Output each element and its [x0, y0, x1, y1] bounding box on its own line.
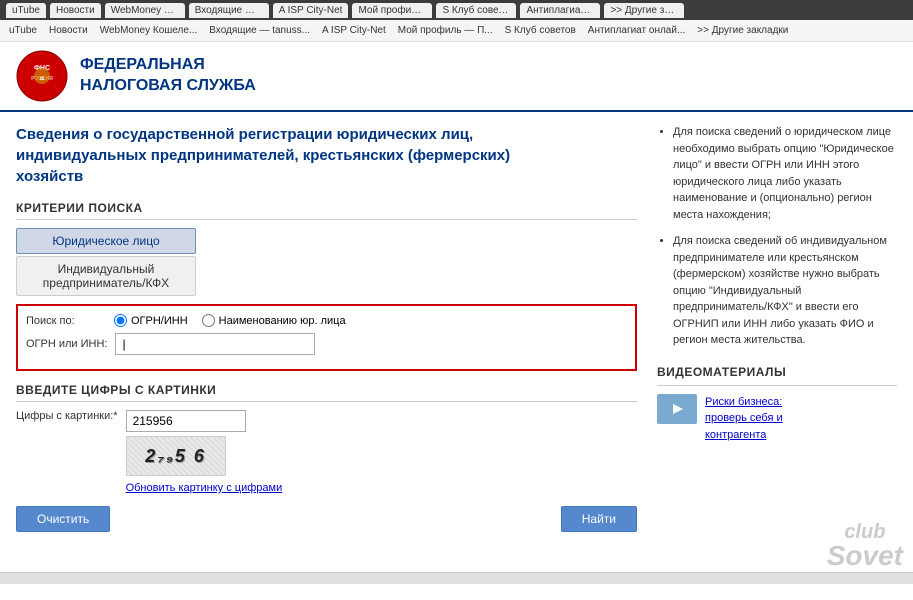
radio-ogrn-option[interactable]: ОГРН/ИНН	[114, 314, 188, 327]
search-by-row: Поиск по: ОГРН/ИНН Наименованию юр. лица	[26, 314, 627, 327]
browser-tab-3[interactable]: WebMoney Кошеле...	[105, 3, 185, 18]
video-thumbnail	[657, 394, 697, 424]
bookmark-6[interactable]: Мой профиль — П...	[393, 23, 498, 38]
search-radio-group: ОГРН/ИНН Наименованию юр. лица	[114, 314, 346, 327]
bookmark-5[interactable]: A ISP City-Net	[317, 23, 391, 38]
info-item-2: Для поиска сведений об индивидуальном пр…	[673, 233, 897, 349]
browser-tab-7[interactable]: S Клуб советов	[436, 3, 516, 18]
captcha-input-area: 2₇₉5 6 Обновить картинку с цифрами	[126, 410, 283, 494]
captcha-section: ВВЕДИТЕ ЦИФРЫ С КАРТИНКИ Цифры с картинк…	[16, 383, 637, 494]
right-panel: Для поиска сведений о юридическом лице н…	[657, 124, 897, 532]
bookmark-7[interactable]: S Клуб советов	[500, 23, 581, 38]
captcha-label: Цифры с картинки:*	[16, 410, 118, 422]
radio-name-option[interactable]: Наименованию юр. лица	[202, 314, 346, 327]
left-panel: Сведения о государственной регистрации ю…	[16, 124, 637, 532]
bookmark-more[interactable]: >> Другие закладки	[692, 23, 793, 38]
bookmark-4[interactable]: Входящие — tanuss...	[204, 23, 315, 38]
page-wrapper: ФНС РОССИЯ ⚖ ФЕДЕРАЛЬНАЯ НАЛОГОВАЯ СЛУЖБ…	[0, 42, 913, 572]
ogrn-input[interactable]	[115, 333, 315, 355]
ogrn-row: ОГРН или ИНН:	[26, 333, 627, 355]
captcha-input[interactable]	[126, 410, 246, 432]
browser-tab-6[interactable]: Мой профиль — П...	[352, 3, 432, 18]
info-list: Для поиска сведений о юридическом лице н…	[657, 124, 897, 349]
bookmarks-bar: uTube Новости WebMoney Кошеле... Входящи…	[0, 20, 913, 42]
captcha-row: Цифры с картинки:* 2₇₉5 6 Обновить карти…	[16, 410, 637, 494]
radio-ogrn-label: ОГРН/ИНН	[131, 315, 188, 327]
browser-tab-active[interactable]: uTube	[6, 3, 46, 18]
bottom-scrollbar[interactable]	[0, 572, 913, 584]
radio-name[interactable]	[202, 314, 215, 327]
video-link[interactable]: Риски бизнеса:проверь себя иконтрагента	[705, 394, 783, 444]
captcha-section-title: ВВЕДИТЕ ЦИФРЫ С КАРТИНКИ	[16, 383, 637, 402]
browser-tab-more[interactable]: >> Другие закладки	[604, 3, 684, 18]
search-by-label: Поиск по:	[26, 315, 106, 327]
site-title-line1: ФЕДЕРАЛЬНАЯ	[80, 55, 256, 76]
bookmark-3[interactable]: WebMoney Кошеле...	[95, 23, 203, 38]
captcha-image: 2₇₉5 6	[126, 436, 226, 476]
video-play-icon	[662, 398, 692, 420]
svg-text:⚖: ⚖	[40, 76, 45, 82]
video-item: Риски бизнеса:проверь себя иконтрагента	[657, 394, 897, 444]
radio-name-label: Наименованию юр. лица	[219, 315, 346, 327]
site-header: ФНС РОССИЯ ⚖ ФЕДЕРАЛЬНАЯ НАЛОГОВАЯ СЛУЖБ…	[0, 42, 913, 112]
site-title-block: ФЕДЕРАЛЬНАЯ НАЛОГОВАЯ СЛУЖБА	[80, 55, 256, 97]
browser-chrome: uTube Новости WebMoney Кошеле... Входящи…	[0, 0, 913, 20]
radio-ogrn[interactable]	[114, 314, 127, 327]
bookmark-1[interactable]: uTube	[4, 23, 42, 38]
browser-tab-5[interactable]: A ISP City-Net	[273, 3, 349, 18]
tab-individual[interactable]: Индивидуальный предприниматель/КФХ	[16, 256, 196, 296]
info-item-1: Для поиска сведений о юридическом лице н…	[673, 124, 897, 223]
ogrn-label: ОГРН или ИНН:	[26, 338, 107, 350]
site-title-line2: НАЛОГОВАЯ СЛУЖБА	[80, 76, 256, 97]
browser-tab-2[interactable]: Новости	[50, 3, 101, 18]
fns-logo: ФНС РОССИЯ ⚖	[16, 50, 68, 102]
refresh-captcha-link[interactable]: Обновить картинку с цифрами	[126, 482, 283, 494]
bookmark-2[interactable]: Новости	[44, 23, 93, 38]
browser-tab-4[interactable]: Входящие — tanuss...	[189, 3, 269, 18]
search-section-title: КРИТЕРИИ ПОИСКА	[16, 201, 637, 220]
video-section-title: ВИДЕОМАТЕРИАЛЫ	[657, 363, 897, 386]
search-button[interactable]: Найти	[561, 506, 637, 532]
clear-button[interactable]: Очистить	[16, 506, 110, 532]
captcha-display-text: 2₇₉5 6	[145, 446, 206, 467]
main-content: Сведения о государственной регистрации ю…	[0, 112, 913, 544]
bookmark-8[interactable]: Антиплагиат онлай...	[583, 23, 691, 38]
tab-legal-entity[interactable]: Юридическое лицо	[16, 228, 196, 254]
search-tabs: Юридическое лицо Индивидуальный предприн…	[16, 228, 637, 296]
page-heading: Сведения о государственной регистрации ю…	[16, 124, 637, 187]
browser-tab-8[interactable]: Антиплагиат онлай...	[520, 3, 600, 18]
action-buttons: Очистить Найти	[16, 506, 637, 532]
search-form: Поиск по: ОГРН/ИНН Наименованию юр. лица	[16, 304, 637, 371]
